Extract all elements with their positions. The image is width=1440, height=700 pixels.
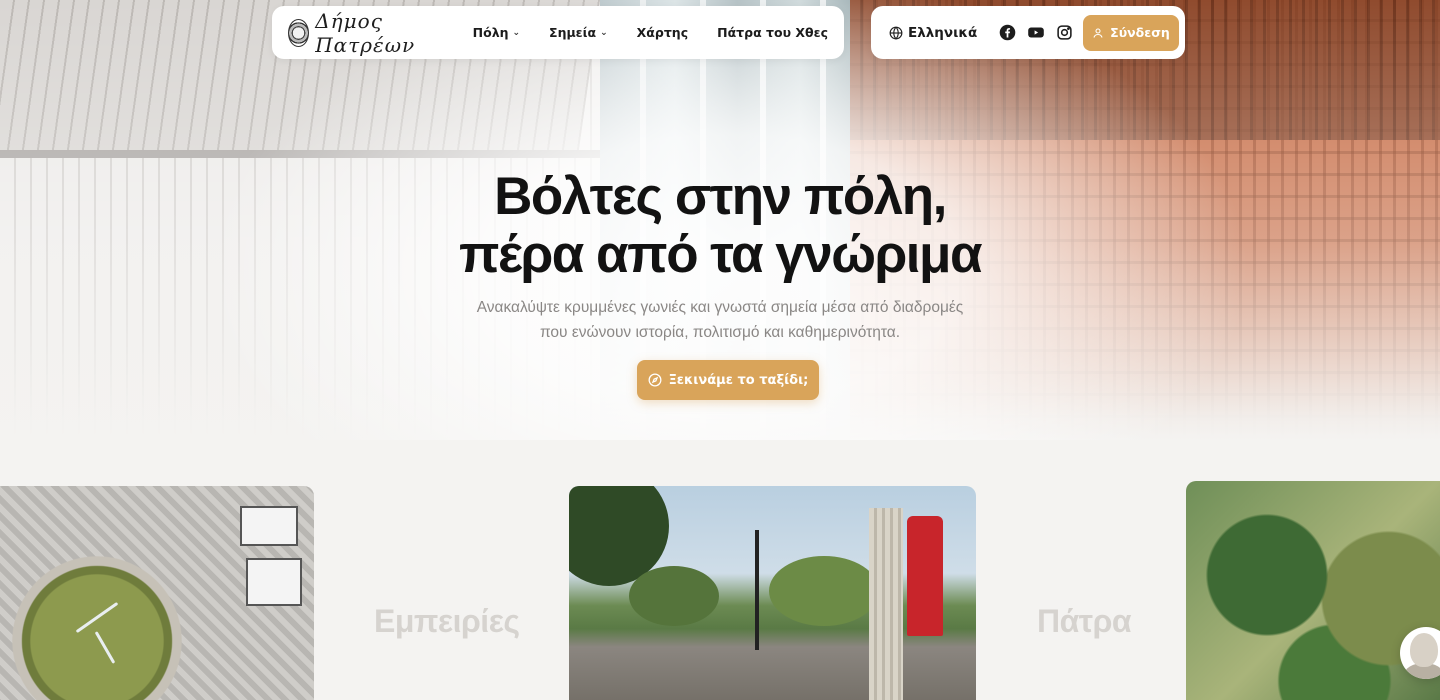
chevron-down-icon: ⌄ — [600, 27, 608, 38]
language-label: Ελληνικά — [908, 24, 978, 41]
start-journey-button[interactable]: Ξεκινάμε το ταξίδι; — [637, 360, 819, 400]
hero-title-line: Βόλτες στην πόλη, — [494, 167, 947, 226]
globe-icon — [889, 26, 903, 40]
main-navigation: Δήμος Πατρέων Πόλη ⌄ Σημεία ⌄ Χάρτης Πάτ… — [272, 6, 844, 59]
cta-label: Ξεκινάμε το ταξίδι; — [668, 372, 809, 388]
hero-title-line: πέρα από τα γνώριμα — [458, 225, 983, 284]
market-tent — [246, 558, 302, 606]
social-links — [999, 24, 1073, 41]
hero-subtitle-line: που ενώνουν ιστορία, πολιτισμό και καθημ… — [539, 324, 901, 341]
card-flower-clock-image[interactable] — [0, 486, 314, 700]
street-lamp — [755, 530, 759, 650]
hero-subtitle-line: Ανακαλύψτε κρυμμένες γωνιές και γνωστά σ… — [476, 299, 964, 316]
logo-text: Δήμος Πατρέων — [315, 8, 416, 57]
card-trees-aerial-image[interactable] — [1186, 481, 1440, 700]
facebook-icon[interactable] — [999, 24, 1016, 41]
nav-item-label: Σημεία — [549, 25, 597, 40]
nav-menu: Πόλη ⌄ Σημεία ⌄ Χάρτης Πάτρα του Χθες — [473, 25, 828, 40]
nav-item-label: Πόλη — [472, 25, 509, 40]
municipality-seal-icon — [288, 18, 310, 47]
site-logo[interactable]: Δήμος Πατρέων — [288, 9, 445, 57]
nav-item-simeia[interactable]: Σημεία ⌄ — [549, 25, 608, 40]
nav-item-label: Πάτρα του Χθες — [717, 25, 828, 40]
red-umbrella — [907, 516, 943, 636]
utility-navigation: Ελληνικά Σύνδεση — [871, 6, 1185, 59]
compass-icon — [648, 373, 662, 387]
youtube-icon[interactable] — [1027, 24, 1045, 41]
nav-item-poli[interactable]: Πόλη ⌄ — [473, 25, 520, 40]
flower-clock — [12, 556, 182, 700]
hero-subtitle: Ανακαλύψτε κρυμμένες γωνιές και γνωστά σ… — [0, 295, 1440, 345]
nav-item-xartis[interactable]: Χάρτης — [637, 25, 688, 40]
virtual-assistant-avatar[interactable] — [1400, 627, 1440, 679]
avatar-head — [1410, 633, 1438, 667]
login-label: Σύνδεση — [1110, 25, 1170, 40]
tree — [629, 566, 719, 626]
nav-item-label: Χάρτης — [636, 25, 689, 40]
chevron-down-icon: ⌄ — [512, 27, 521, 38]
category-label-patra[interactable]: Πάτρα — [1037, 603, 1132, 640]
tree — [769, 556, 879, 626]
category-label-experiences[interactable]: Εμπειρίες — [374, 603, 520, 640]
market-tent — [240, 506, 298, 546]
instagram-icon[interactable] — [1056, 24, 1073, 41]
card-park-image[interactable] — [569, 486, 976, 700]
login-button[interactable]: Σύνδεση — [1083, 14, 1179, 51]
ancient-column — [869, 508, 903, 700]
user-icon — [1093, 27, 1103, 38]
language-selector[interactable]: Ελληνικά — [889, 25, 977, 41]
hero-title: Βόλτες στην πόλη, πέρα από τα γνώριμα — [0, 168, 1440, 284]
nav-item-patra-tou-xthes[interactable]: Πάτρα του Χθες — [717, 25, 828, 40]
